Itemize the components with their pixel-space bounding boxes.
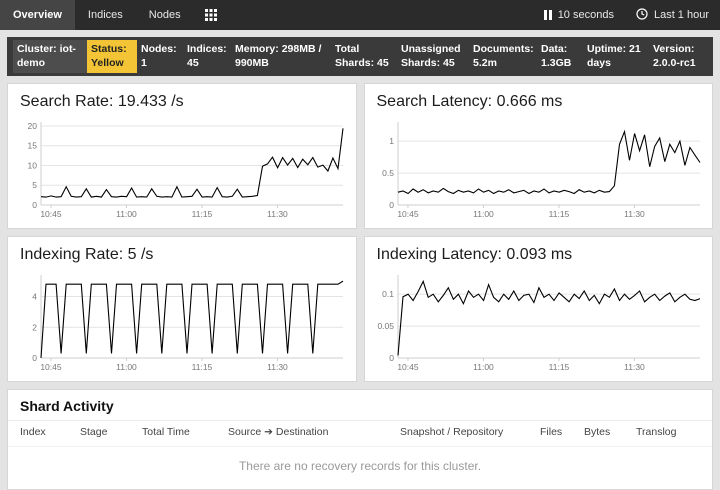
time-range-button[interactable]: Last 1 hour	[625, 0, 720, 30]
svg-text:0: 0	[389, 200, 394, 210]
indexing-latency-chart: 0 0.05 0.1 10:45 11:00 11:15 11:30	[365, 267, 713, 381]
svg-text:0: 0	[32, 200, 37, 210]
cluster-stat-status: Status: Yellow	[87, 40, 137, 73]
cluster-stat-label: Uptime:	[587, 43, 626, 55]
svg-text:11:30: 11:30	[624, 362, 645, 372]
column-header-snapshot-repository: Snapshot / Repository	[400, 426, 540, 438]
svg-text:5: 5	[32, 181, 37, 191]
pause-icon	[544, 10, 552, 20]
indexing-latency-title: Indexing Latency: 0.093 ms	[365, 237, 713, 267]
cluster-stat-label: Indices:	[187, 43, 227, 55]
svg-text:0: 0	[389, 353, 394, 363]
tab-indices[interactable]: Indices	[75, 0, 136, 30]
cluster-stat-value: 1	[141, 57, 147, 69]
cluster-stat-documents: Documents: 5.2m	[469, 40, 537, 73]
cluster-stat-label: Data:	[541, 43, 567, 55]
column-header-stage: Stage	[80, 426, 142, 438]
cluster-stat-label: Cluster:	[17, 43, 57, 55]
indexing-latency-panel: Indexing Latency: 0.093 ms 0 0.05 0.1 10:45…	[364, 236, 714, 382]
svg-text:0.5: 0.5	[382, 168, 394, 178]
shard-activity-title: Shard Activity	[8, 390, 712, 420]
svg-text:11:30: 11:30	[624, 209, 645, 219]
svg-text:0: 0	[32, 353, 37, 363]
cluster-stat-label: Total Shards:	[335, 43, 374, 69]
cluster-stat-value: 5.2m	[473, 57, 497, 69]
cluster-stat-version: Version: 2.0.0-rc1	[649, 40, 707, 73]
cluster-stat-cluster: Cluster: iot-demo	[13, 40, 87, 73]
column-header-files: Files	[540, 426, 584, 438]
cluster-stats-bar: Cluster: iot-demo Status: Yellow Nodes: …	[7, 37, 713, 76]
svg-text:11:15: 11:15	[192, 362, 213, 372]
svg-text:10:45: 10:45	[397, 362, 419, 372]
svg-text:10:45: 10:45	[40, 362, 62, 372]
svg-text:0.05: 0.05	[377, 321, 394, 331]
cluster-stat-label: Memory:	[235, 43, 279, 55]
clock-icon	[636, 8, 648, 23]
svg-text:10:45: 10:45	[397, 209, 419, 219]
svg-text:20: 20	[28, 121, 38, 131]
refresh-interval-button[interactable]: 10 seconds	[533, 0, 625, 30]
cluster-stat-unassigned-shards: Unassigned Shards: 45	[397, 40, 469, 73]
shard-activity-empty-message: There are no recovery records for this c…	[8, 446, 712, 489]
cluster-stat-value: 45	[187, 57, 199, 69]
search-rate-title: Search Rate: 19.433 /s	[8, 84, 356, 114]
cluster-stat-label: Documents:	[473, 43, 534, 55]
column-header-index: Index	[20, 426, 80, 438]
cluster-stat-nodes: Nodes: 1	[137, 40, 183, 73]
tab-overview[interactable]: Overview	[0, 0, 75, 30]
cluster-stat-memory: Memory: 298MB / 990MB	[231, 40, 331, 73]
cluster-stat-total-shards: Total Shards: 45	[331, 40, 397, 73]
column-header-translog: Translog	[636, 426, 698, 438]
indexing-rate-title: Indexing Rate: 5 /s	[8, 237, 356, 267]
svg-text:11:00: 11:00	[473, 209, 494, 219]
indexing-rate-panel: Indexing Rate: 5 /s 0 2 4 10:45 11:00 11:15 11…	[7, 236, 357, 382]
charts-grid: Search Rate: 19.433 /s 0510152010:4511:0…	[7, 83, 713, 382]
svg-text:2: 2	[32, 323, 37, 333]
svg-text:15: 15	[28, 141, 38, 151]
search-rate-chart: 0 5 10 15 20 10:45 11:00 11:15 11:30	[8, 114, 356, 228]
tab-nodes[interactable]: Nodes	[136, 0, 194, 30]
cluster-stat-label: Version:	[653, 43, 694, 55]
cluster-stat-value: 45	[443, 57, 455, 69]
cluster-stat-uptime: Uptime: 21 days	[583, 40, 649, 73]
cluster-stat-value: 2.0.0-rc1	[653, 57, 696, 69]
status-badge: Yellow	[91, 57, 124, 69]
topnav-spacer	[228, 0, 533, 30]
svg-text:1: 1	[389, 136, 394, 146]
column-header-bytes: Bytes	[584, 426, 636, 438]
cluster-stat-label: Nodes:	[141, 43, 177, 55]
search-latency-chart: 0 0.5 1 10:45 11:00 11:15 11:30	[365, 114, 713, 228]
column-header-source-destination: Source ➔ Destination	[228, 426, 400, 438]
svg-text:11:00: 11:00	[116, 209, 137, 219]
svg-text:11:15: 11:15	[548, 209, 569, 219]
svg-text:0.1: 0.1	[382, 289, 394, 299]
apps-grid-icon[interactable]	[194, 0, 228, 30]
cluster-stat-value: 45	[377, 57, 389, 69]
svg-text:11:00: 11:00	[116, 362, 137, 372]
search-latency-title: Search Latency: 0.666 ms	[365, 84, 713, 114]
svg-text:11:30: 11:30	[267, 209, 288, 219]
svg-text:10:45: 10:45	[40, 209, 62, 219]
search-rate-panel: Search Rate: 19.433 /s 0 5 10 15 20 10:45 11:0…	[7, 83, 357, 229]
cluster-stat-indices: Indices: 45	[183, 40, 231, 73]
shard-activity-panel: Shard Activity Index Stage Total Time So…	[7, 389, 713, 490]
shard-activity-header-row: Index Stage Total Time Source ➔ Destinat…	[8, 420, 712, 446]
svg-text:11:15: 11:15	[192, 209, 213, 219]
top-navigation: Overview Indices Nodes 10 seconds Last 1…	[0, 0, 720, 30]
svg-text:10: 10	[28, 161, 38, 171]
search-latency-panel: Search Latency: 0.666 ms 0 0.5 1 10:45 11:00…	[364, 83, 714, 229]
svg-text:11:00: 11:00	[473, 362, 494, 372]
svg-text:11:30: 11:30	[267, 362, 288, 372]
indexing-rate-chart: 0 2 4 10:45 11:00 11:15 11:30	[8, 267, 356, 381]
svg-text:4: 4	[32, 292, 37, 302]
time-range-label: Last 1 hour	[654, 9, 709, 21]
svg-text:11:15: 11:15	[548, 362, 569, 372]
cluster-stat-data: Data: 1.3GB	[537, 40, 583, 73]
column-header-total-time: Total Time	[142, 426, 228, 438]
cluster-stat-label: Status:	[91, 43, 127, 55]
refresh-interval-label: 10 seconds	[558, 9, 614, 21]
cluster-stat-value: 1.3GB	[541, 57, 571, 69]
